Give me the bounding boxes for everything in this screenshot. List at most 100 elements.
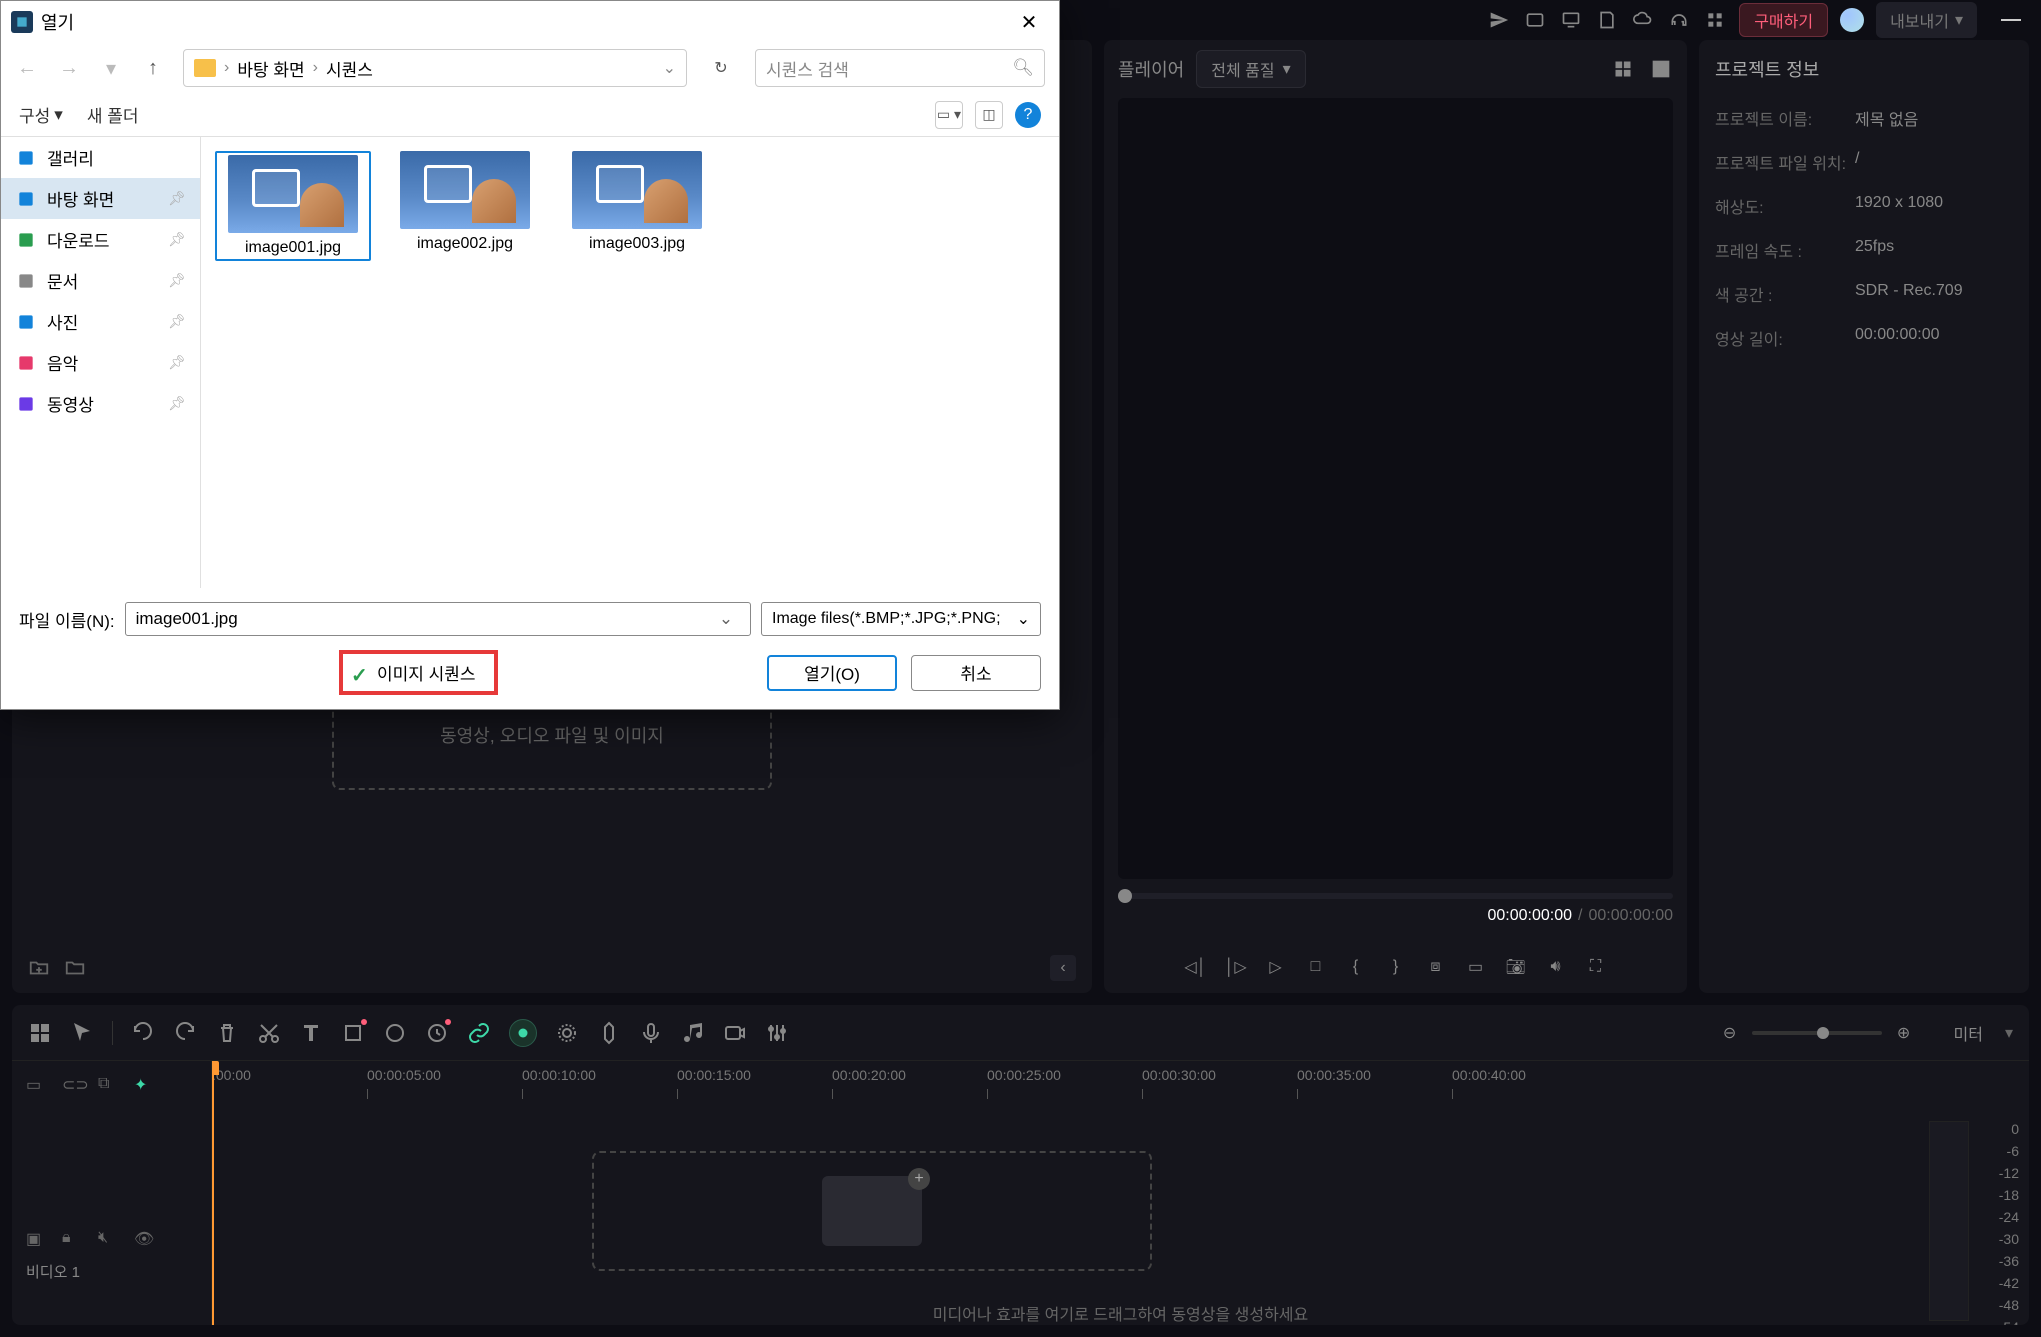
export-button[interactable]: 내보내기▾	[1876, 2, 1977, 38]
mark-out-icon[interactable]: }	[1384, 955, 1408, 979]
minimize-button[interactable]	[2001, 19, 2021, 21]
image-sequence-checkbox[interactable]: ✓ 이미지 시퀀스	[339, 650, 498, 695]
text-icon[interactable]	[299, 1021, 323, 1045]
view-mode-icon[interactable]: ▭ ▾	[935, 101, 963, 129]
zoom-out-icon[interactable]: ⊖	[1718, 1021, 1742, 1045]
crop-tool-icon[interactable]	[341, 1021, 365, 1045]
mute-track-icon[interactable]: 🔇︎	[98, 1229, 120, 1251]
preview-pane-icon[interactable]: ◫	[975, 101, 1003, 129]
nav-up-icon[interactable]: ↑	[141, 56, 165, 80]
sidebar-item-music[interactable]: 음악📌︎	[1, 342, 200, 383]
new-folder-icon[interactable]	[28, 957, 50, 979]
color-icon[interactable]	[383, 1021, 407, 1045]
apps-grid-icon[interactable]	[1703, 8, 1727, 32]
sidebar-item-document[interactable]: 문서📌︎	[1, 260, 200, 301]
link-icon[interactable]	[467, 1021, 491, 1045]
file-item[interactable]: image002.jpg	[387, 151, 543, 261]
filename-input[interactable]: image001.jpg ⌄	[125, 602, 751, 636]
nav-recent-icon[interactable]: ▾	[99, 56, 123, 80]
mixer-icon[interactable]	[765, 1021, 789, 1045]
search-input[interactable]: 시퀀스 검색 🔍︎	[755, 49, 1045, 87]
file-filter-select[interactable]: Image files(*.BMP;*.JPG;*.PNG; ⌄	[761, 602, 1041, 636]
cursor-icon[interactable]	[70, 1021, 94, 1045]
buy-button[interactable]: 구매하기	[1739, 3, 1828, 37]
timeline-dropzone[interactable]: +	[592, 1151, 1152, 1271]
new-folder-button[interactable]: 새 폴더	[87, 102, 139, 127]
camera-track-icon[interactable]: ▣	[26, 1229, 48, 1251]
sidebar-item-photo[interactable]: 사진📌︎	[1, 301, 200, 342]
playhead-handle[interactable]	[212, 1061, 219, 1075]
sidebar-item-image[interactable]: 갤러리	[1, 137, 200, 178]
chevron-down-icon[interactable]: ⌄	[716, 609, 736, 629]
next-frame-icon[interactable]: │▷	[1224, 955, 1248, 979]
mark-in-icon[interactable]: {	[1344, 955, 1368, 979]
crop-icon[interactable]: ⧈	[1424, 955, 1448, 979]
refresh-icon[interactable]: ↻	[705, 52, 737, 84]
speed-icon[interactable]	[425, 1021, 449, 1045]
zoom-in-icon[interactable]: ⊕	[1892, 1021, 1916, 1045]
marker-icon[interactable]	[597, 1021, 621, 1045]
close-button[interactable]: ✕	[1009, 7, 1049, 37]
media-library-icon[interactable]	[1523, 8, 1547, 32]
organize-menu[interactable]: 구성 ▾	[19, 102, 63, 127]
sidebar-item-video[interactable]: 동영상📌︎	[1, 383, 200, 424]
link-tracks-icon[interactable]: ⧉	[98, 1075, 120, 1097]
file-item[interactable]: image001.jpg	[215, 151, 371, 261]
save-icon[interactable]	[1595, 8, 1619, 32]
zoom-slider[interactable]	[1752, 1031, 1882, 1035]
visibility-icon[interactable]: 👁	[134, 1229, 156, 1251]
user-avatar[interactable]	[1840, 8, 1864, 32]
monitor-icon[interactable]	[1559, 8, 1583, 32]
delete-icon[interactable]	[215, 1021, 239, 1045]
player-viewport[interactable]	[1118, 98, 1673, 879]
sidebar-item-desktop[interactable]: 바탕 화면📌︎	[1, 178, 200, 219]
open-button[interactable]: 열기(O)	[767, 655, 897, 691]
cursor-sync-icon[interactable]: ✦	[134, 1075, 156, 1097]
music-icon[interactable]	[681, 1021, 705, 1045]
cut-icon[interactable]	[257, 1021, 281, 1045]
lock-track-icon[interactable]: 🔒︎	[62, 1229, 84, 1251]
scrub-bar[interactable]	[1118, 893, 1673, 899]
cancel-button[interactable]: 취소	[911, 655, 1041, 691]
timeline-ruler[interactable]: :00:0000:00:05:0000:00:10:0000:00:15:000…	[212, 1061, 2029, 1109]
ai-assistant-icon[interactable]	[509, 1019, 537, 1047]
nav-forward-icon[interactable]: →	[57, 56, 81, 80]
image-icon[interactable]	[1649, 57, 1673, 81]
cloud-icon[interactable]	[1631, 8, 1655, 32]
effect-icon[interactable]	[555, 1021, 579, 1045]
timeline-tracks[interactable]: :00:0000:00:05:0000:00:10:0000:00:15:000…	[212, 1061, 2029, 1325]
info-row: 해상도:1920 x 1080	[1715, 194, 2013, 218]
stop-icon[interactable]: □	[1304, 955, 1328, 979]
track-layout-icon[interactable]: ▭	[26, 1075, 48, 1097]
send-icon[interactable]	[1487, 8, 1511, 32]
path-crumb[interactable]: 시퀀스	[326, 56, 373, 81]
undo-icon[interactable]	[131, 1021, 155, 1045]
headphones-icon[interactable]	[1667, 8, 1691, 32]
folder-icon[interactable]	[64, 957, 86, 979]
sidebar-item-download[interactable]: 다운로드📌︎	[1, 219, 200, 260]
magnet-icon[interactable]: ⊂⊃	[62, 1075, 84, 1097]
quality-select[interactable]: 전체 품질▾	[1196, 50, 1305, 88]
file-item[interactable]: image003.jpg	[559, 151, 715, 261]
volume-icon[interactable]: 🔊︎	[1544, 955, 1568, 979]
record-icon[interactable]	[723, 1021, 747, 1045]
mic-icon[interactable]	[639, 1021, 663, 1045]
play-icon[interactable]: ▷	[1264, 955, 1288, 979]
snapshot-icon[interactable]: 📷︎	[1504, 955, 1528, 979]
file-list[interactable]: image001.jpgimage002.jpgimage003.jpg	[201, 137, 1059, 588]
redo-icon[interactable]	[173, 1021, 197, 1045]
path-crumb[interactable]: 바탕 화면	[237, 56, 304, 81]
scrub-handle[interactable]	[1118, 889, 1132, 903]
help-icon[interactable]: ?	[1015, 102, 1041, 128]
playhead[interactable]	[212, 1061, 214, 1325]
path-bar[interactable]: › 바탕 화면 › 시퀀스 ⌄	[183, 49, 687, 87]
prev-frame-icon[interactable]: ◁│	[1184, 955, 1208, 979]
grid-view-icon[interactable]	[1611, 57, 1635, 81]
chevron-down-icon[interactable]: ⌄	[663, 58, 676, 78]
layout-icon[interactable]	[28, 1021, 52, 1045]
fullscreen-icon[interactable]: ⛶	[1584, 955, 1608, 979]
collapse-icon[interactable]: ‹	[1050, 955, 1076, 981]
zoom-handle[interactable]	[1817, 1027, 1829, 1039]
nav-back-icon[interactable]: ←	[15, 56, 39, 80]
screen-icon[interactable]: ▭	[1464, 955, 1488, 979]
